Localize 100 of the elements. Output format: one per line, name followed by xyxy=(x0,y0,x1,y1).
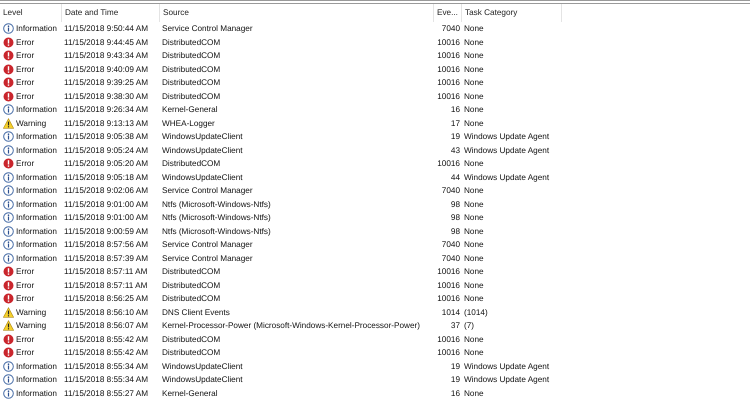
event-id-cell-text: 10016 xyxy=(436,293,461,306)
task-category-cell-text: None xyxy=(463,64,485,76)
info-icon xyxy=(3,131,14,142)
error-icon xyxy=(3,347,14,358)
date-cell-text: 11/15/2018 9:13:13 AM xyxy=(63,118,150,130)
event-id-cell-text: 44 xyxy=(450,172,461,184)
column-header[interactable]: Task Category xyxy=(462,4,562,22)
task-category-cell-text: (7) xyxy=(463,320,476,332)
task-category-cell-text: None xyxy=(463,23,485,36)
source-cell-text: DNS Client Events xyxy=(161,306,231,319)
event-id-cell-text: 16 xyxy=(450,104,461,116)
task-category-cell-text: Windows Update Agent xyxy=(463,172,550,184)
column-header[interactable]: Source xyxy=(160,4,434,22)
event-id-cell-text: 7040 xyxy=(440,252,461,265)
level-text: Information xyxy=(16,131,57,144)
source-cell-text: WindowsUpdateClient xyxy=(161,144,244,157)
info-icon xyxy=(3,252,14,264)
event-id-cell-text: 98 xyxy=(450,212,461,224)
event-id-cell-text: 7040 xyxy=(440,239,461,252)
error-icon xyxy=(3,90,14,102)
event-id-cell-text: 10016 xyxy=(436,77,461,90)
date-cell-text: 11/15/2018 8:56:07 AM xyxy=(63,320,150,332)
source-cell-text: WHEA-Logger xyxy=(161,118,216,130)
date-cell-text: 11/15/2018 9:01:00 AM xyxy=(63,212,150,224)
event-id-cell-text: 19 xyxy=(450,360,461,373)
event-id-cell-text: 37 xyxy=(450,320,461,332)
level-text: Error xyxy=(16,334,34,346)
source-cell-text: Ntfs (Microsoft-Windows-Ntfs) xyxy=(161,198,272,211)
source-cell-text: DistributedCOM xyxy=(161,158,222,170)
error-icon xyxy=(3,293,14,304)
task-category-cell-text: None xyxy=(463,252,485,265)
date-cell-text: 11/15/2018 8:57:39 AM xyxy=(63,252,150,265)
level-text: Error xyxy=(16,158,34,170)
date-cell-text: 11/15/2018 8:55:42 AM xyxy=(63,347,150,360)
level-text: Warning xyxy=(16,320,46,332)
source-cell-text: Service Control Manager xyxy=(161,239,254,252)
level-text: Information xyxy=(16,226,57,238)
source-cell-text: Service Control Manager xyxy=(161,23,254,36)
info-icon xyxy=(3,360,14,372)
level-text: Warning xyxy=(16,306,46,319)
date-cell-text: 11/15/2018 9:05:38 AM xyxy=(63,131,150,144)
event-id-cell-text: 16 xyxy=(450,388,461,400)
level-text: Error xyxy=(16,266,34,278)
source-cell-text: DistributedCOM xyxy=(161,334,222,346)
task-category-cell-text: None xyxy=(463,347,485,360)
info-icon xyxy=(3,185,14,196)
level-text: Information xyxy=(16,360,57,373)
date-cell-text: 11/15/2018 8:55:42 AM xyxy=(63,334,150,346)
date-cell-text: 11/15/2018 8:57:56 AM xyxy=(63,239,150,252)
date-cell-text: 11/15/2018 9:05:20 AM xyxy=(63,158,150,170)
level-text: Information xyxy=(16,239,57,252)
level-text: Error xyxy=(16,77,34,90)
date-cell-text: 11/15/2018 9:00:59 AM xyxy=(63,226,150,238)
level-text: Information xyxy=(16,388,57,400)
level-text: Information xyxy=(16,23,57,36)
date-cell-text: 11/15/2018 9:44:45 AM xyxy=(63,36,150,49)
task-category-cell-text: None xyxy=(463,293,485,306)
event-id-cell-text: 7040 xyxy=(440,185,461,198)
task-category-cell-text: Windows Update Agent xyxy=(463,144,550,157)
source-cell-text: Ntfs (Microsoft-Windows-Ntfs) xyxy=(161,226,272,238)
info-icon xyxy=(3,388,14,399)
source-cell-text: Kernel-Processor-Power (Microsoft-Windows-Kernel-Processor-Power) xyxy=(161,320,421,332)
error-icon xyxy=(3,266,14,278)
source-cell-text: DistributedCOM xyxy=(161,280,222,292)
task-category-cell-text: None xyxy=(463,36,485,49)
error-icon xyxy=(3,77,14,88)
task-category-cell-text: None xyxy=(463,334,485,346)
source-cell-text: Kernel-General xyxy=(161,104,219,116)
column-header[interactable]: Date and Time xyxy=(62,4,160,22)
date-cell-text: 11/15/2018 9:05:18 AM xyxy=(63,172,150,184)
error-icon xyxy=(3,64,14,75)
level-text: Information xyxy=(16,374,57,386)
date-cell-text: 11/15/2018 9:01:00 AM xyxy=(63,198,150,211)
warning-icon xyxy=(3,320,14,332)
level-text: Warning xyxy=(16,118,46,130)
level-text: Error xyxy=(16,64,34,76)
source-cell-text: Service Control Manager xyxy=(161,252,254,265)
source-cell-text: WindowsUpdateClient xyxy=(161,172,244,184)
info-icon xyxy=(3,23,14,34)
info-icon xyxy=(3,226,14,237)
level-text: Error xyxy=(16,50,34,62)
event-id-cell-text: 10016 xyxy=(436,334,461,346)
date-cell-text: 11/15/2018 9:39:25 AM xyxy=(63,77,150,90)
error-icon xyxy=(3,334,14,345)
column-header[interactable]: Level xyxy=(0,4,62,22)
source-cell-text: Service Control Manager xyxy=(161,185,254,198)
source-cell-text: DistributedCOM xyxy=(161,64,222,76)
info-icon xyxy=(3,198,14,210)
source-cell-text: Kernel-General xyxy=(161,388,219,400)
event-id-cell-text: 10016 xyxy=(436,90,461,103)
source-cell-text: DistributedCOM xyxy=(161,347,222,360)
column-header[interactable]: Eve... xyxy=(434,4,462,22)
event-id-cell-text: 17 xyxy=(450,118,461,130)
date-cell-text: 11/15/2018 8:56:25 AM xyxy=(63,293,150,306)
level-text: Information xyxy=(16,104,57,116)
level-text: Error xyxy=(16,90,34,103)
error-icon xyxy=(3,280,14,291)
event-id-cell-text: 98 xyxy=(450,226,461,238)
error-icon xyxy=(3,50,14,62)
date-cell-text: 11/15/2018 9:40:09 AM xyxy=(63,64,150,76)
